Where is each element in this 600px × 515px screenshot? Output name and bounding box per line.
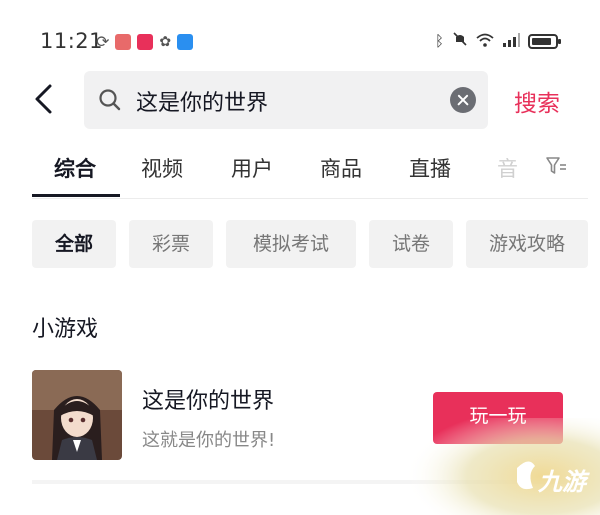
chip-game-guide[interactable]: 游戏攻略 — [466, 220, 588, 268]
search-button[interactable]: 搜索 — [514, 84, 560, 118]
tab-music[interactable]: 音 — [497, 153, 518, 183]
game-description: 这就是你的世界! — [142, 430, 276, 451]
tab-users[interactable]: 用户 — [231, 153, 273, 183]
sync-icon: ⟳ — [96, 32, 110, 51]
chip-test-paper[interactable]: 试卷 — [369, 220, 453, 268]
back-button[interactable] — [28, 82, 62, 116]
signal-icon — [502, 32, 520, 51]
tabs-divider — [32, 198, 588, 199]
game-title[interactable]: 这是你的世界 — [142, 383, 274, 415]
app-icon — [137, 33, 154, 50]
status-time: 11:21 — [40, 29, 104, 53]
section-title: 小游戏 — [32, 317, 99, 342]
tab-comprehensive[interactable]: 综合 — [54, 153, 96, 183]
chip-mock-exam[interactable]: 模拟考试 — [226, 220, 356, 268]
notification-icons: ⟳ ✿ — [96, 32, 194, 51]
status-bar: 11:21 ⟳ ✿ ᛒ — [0, 0, 600, 70]
search-icon — [99, 89, 121, 111]
tab-products[interactable]: 商品 — [320, 153, 362, 183]
search-query[interactable]: 这是你的世界 — [136, 85, 268, 117]
clear-search-button[interactable] — [450, 87, 476, 113]
game-thumbnail[interactable] — [32, 370, 122, 460]
tab-live[interactable]: 直播 — [409, 153, 451, 183]
bluetooth-icon: ᛒ — [434, 32, 444, 50]
app-icon — [115, 33, 132, 50]
tab-video[interactable]: 视频 — [141, 153, 183, 183]
app-icon — [177, 33, 194, 50]
search-input[interactable]: 这是你的世界 — [84, 71, 488, 129]
mute-icon — [452, 31, 468, 51]
battery-icon — [528, 33, 561, 49]
app-icon: ✿ — [159, 33, 172, 50]
system-icons: ᛒ — [434, 31, 561, 51]
watermark-text: 九游 — [538, 468, 586, 496]
back-arrow-icon — [35, 84, 52, 114]
chip-lottery[interactable]: 彩票 — [129, 220, 213, 268]
result-tabs: 综合 视频 用户 商品 直播 音 — [0, 148, 600, 198]
active-tab-indicator — [32, 194, 120, 197]
chip-all[interactable]: 全部 — [32, 220, 116, 268]
wifi-icon — [476, 32, 494, 51]
filter-icon[interactable] — [545, 155, 567, 177]
